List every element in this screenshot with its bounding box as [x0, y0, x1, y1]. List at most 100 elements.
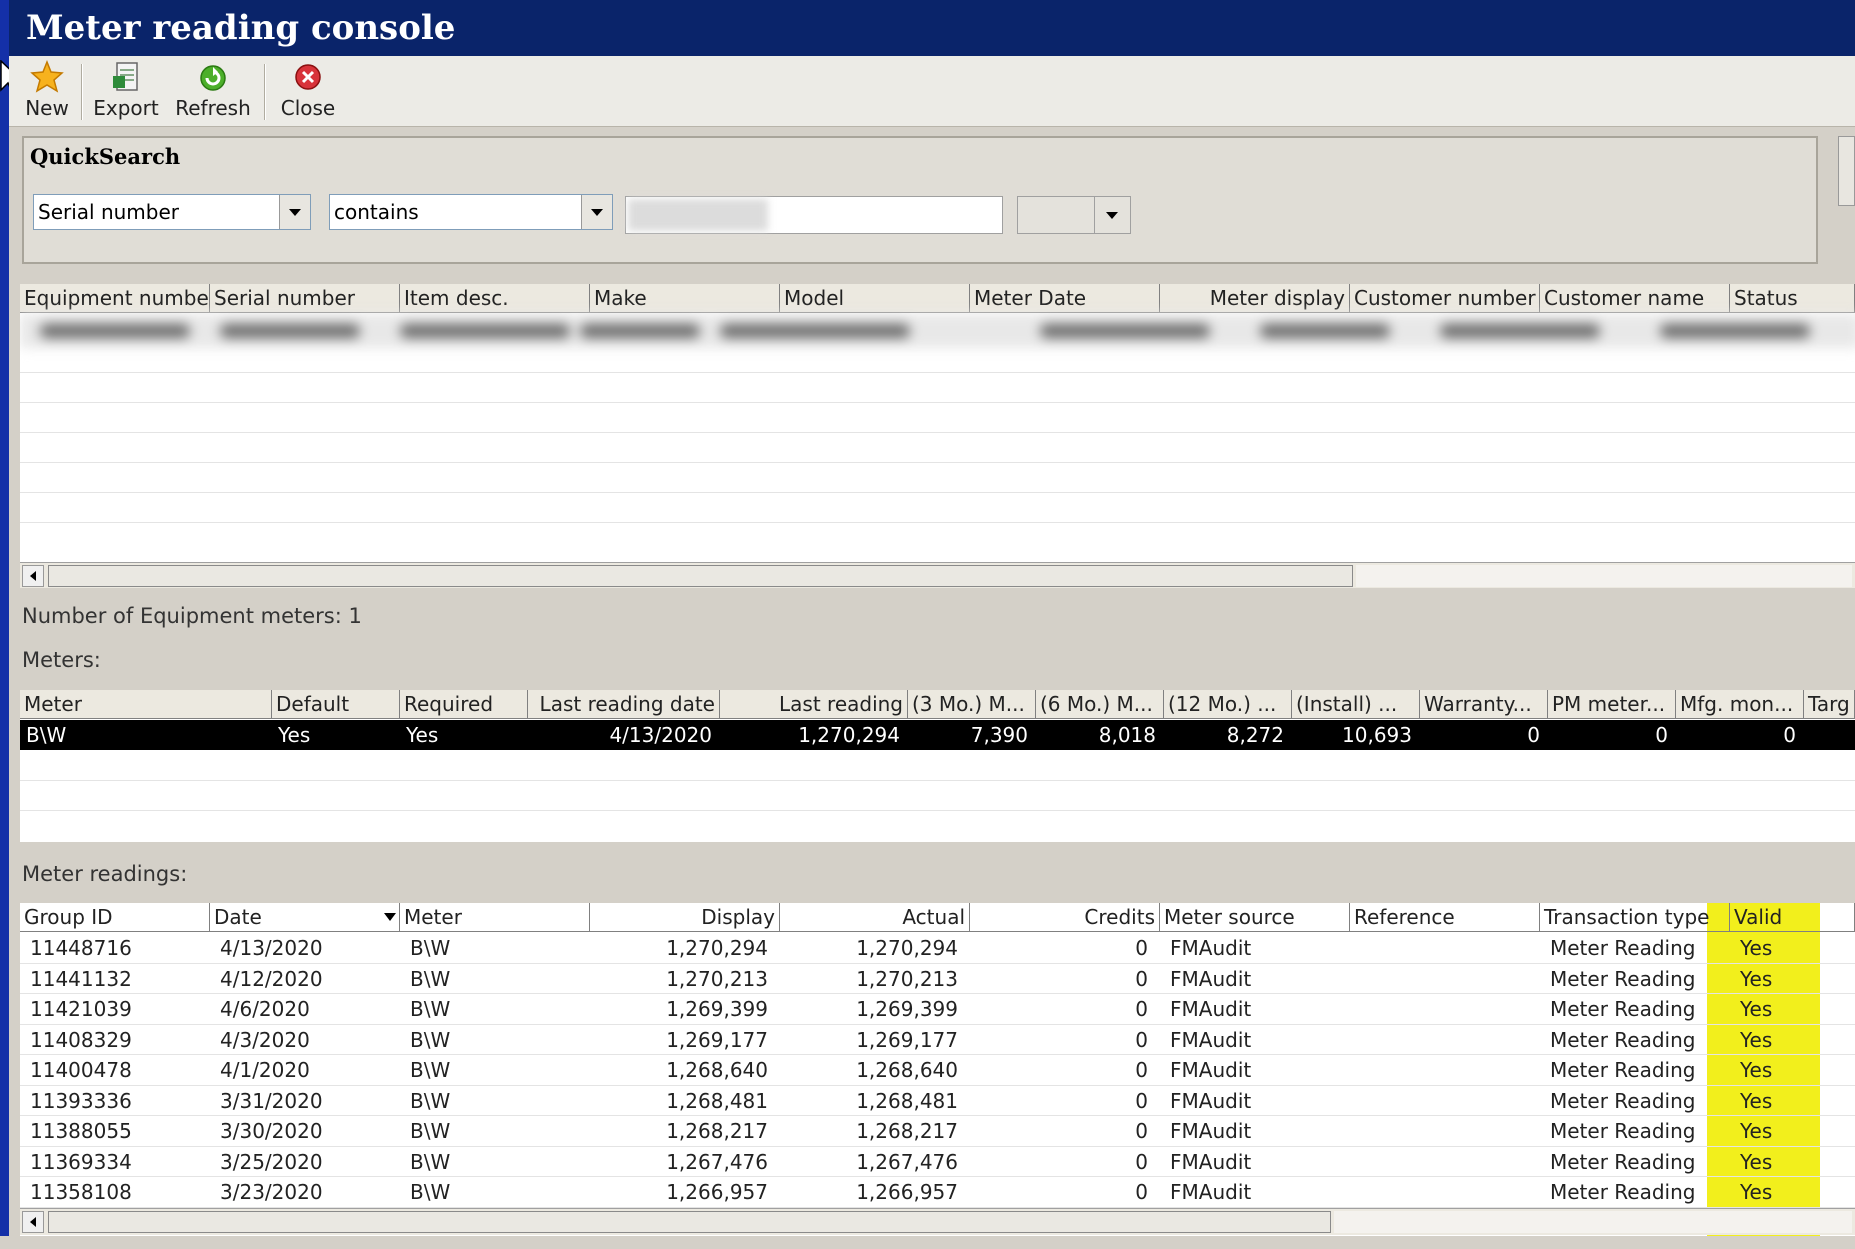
column-header[interactable]: Last reading [720, 690, 908, 718]
column-header[interactable]: Meter Date [970, 284, 1160, 312]
table-cell: 1,269,399 [856, 997, 958, 1021]
table-cell: 1,266,957 [856, 1180, 958, 1204]
table-cell: 1,268,640 [856, 1058, 958, 1082]
meters-cell: Yes [278, 723, 311, 747]
column-header[interactable]: Reference [1350, 903, 1540, 931]
column-header[interactable]: Make [590, 284, 780, 312]
column-header[interactable]: Meter [20, 690, 272, 718]
meters-cell: 0 [1527, 723, 1540, 747]
search-field-select[interactable]: Serial number [33, 194, 311, 230]
meters-cell: 1,270,294 [798, 723, 900, 747]
column-header[interactable]: Default [272, 690, 400, 718]
column-header[interactable]: Valid [1730, 903, 1855, 931]
panel-side-button[interactable] [1838, 136, 1855, 206]
table-row[interactable]: 11441132 4/12/2020 B\W 1,270,213 1,270,213 0 F… [20, 964, 1855, 994]
scroll-thumb[interactable] [48, 565, 1353, 587]
column-header[interactable]: Serial number [210, 284, 400, 312]
table-row[interactable]: 11393336 3/31/2020 B\W 1,268,481 1,268,481 0 F… [20, 1086, 1855, 1116]
column-header[interactable]: Credits [970, 903, 1160, 931]
table-cell: Meter Reading [1550, 1058, 1696, 1082]
scroll-left-icon[interactable] [22, 565, 44, 587]
toolbar: New Export Refresh Close [9, 56, 1855, 127]
meters-selected-row[interactable]: B\W Yes Yes 4/13/2020 1,270,294 7,390 8,018 8,2… [20, 720, 1855, 750]
column-header[interactable]: Last reading date [528, 690, 720, 718]
equipment-count: Number of Equipment meters: 1 [22, 604, 362, 628]
table-cell: 1,267,476 [666, 1149, 768, 1174]
table-cell: B\W [410, 966, 451, 991]
column-header[interactable]: Display [590, 903, 780, 931]
table-cell: B\W [410, 1027, 451, 1052]
toolbar-separator [81, 64, 83, 120]
new-button[interactable]: New [17, 60, 77, 122]
column-header[interactable]: Warranty... [1420, 690, 1548, 718]
column-header[interactable]: Mfg. mon... [1676, 690, 1804, 718]
search-split-button[interactable] [1017, 196, 1131, 234]
table-cell: 0 [1135, 1027, 1148, 1052]
sort-descending-icon[interactable] [384, 913, 396, 921]
table-row[interactable]: 11369334 3/25/2020 B\W 1,267,476 1,267,476 0 F… [20, 1147, 1855, 1177]
table-cell: B\W [410, 1149, 451, 1174]
chevron-down-icon[interactable] [581, 195, 612, 229]
equipment-grid-header: Equipment number Serial number Item desc. M… [20, 284, 1855, 313]
column-header[interactable]: Equipment number [20, 284, 210, 312]
table-cell: 1,268,217 [666, 1119, 768, 1143]
table-cell: Yes [1740, 936, 1773, 960]
redacted-row[interactable] [20, 314, 1855, 348]
close-button[interactable]: Close [273, 60, 343, 122]
column-header[interactable]: Meter source [1160, 903, 1350, 931]
column-header[interactable]: Customer name [1540, 284, 1730, 312]
table-cell: 4/1/2020 [220, 1058, 310, 1082]
meters-cell: 7,390 [970, 723, 1028, 747]
table-cell: Yes [1740, 997, 1773, 1021]
search-operator-select[interactable]: contains [329, 194, 613, 230]
column-header[interactable]: Actual [780, 903, 970, 931]
column-header[interactable]: Required [400, 690, 528, 718]
column-header[interactable]: Model [780, 284, 970, 312]
meters-cell: 8,018 [1098, 723, 1156, 747]
column-header[interactable]: (12 Mo.) ... [1164, 690, 1292, 718]
meters-cell: 4/13/2020 [609, 723, 712, 747]
equipment-grid-hscroll[interactable] [20, 562, 1855, 588]
export-button[interactable]: Export [91, 60, 161, 122]
column-header[interactable]: Group ID [20, 903, 210, 931]
table-cell: B\W [410, 1119, 451, 1143]
table-cell: 11421039 [30, 997, 132, 1021]
left-edge [0, 0, 9, 1249]
table-cell: 11448716 [30, 936, 132, 960]
meters-grid-header: Meter Default Required Last reading date Las… [20, 690, 1855, 719]
table-row[interactable]: 11400478 4/1/2020 B\W 1,268,640 1,268,640 0 FM… [20, 1055, 1855, 1085]
column-header[interactable]: Status [1730, 284, 1855, 312]
table-row[interactable]: 11408329 4/3/2020 B\W 1,269,177 1,269,177 0 FM… [20, 1025, 1855, 1055]
search-value-input[interactable] [625, 196, 1003, 234]
scroll-thumb[interactable] [48, 1211, 1331, 1233]
column-header[interactable]: PM meter... [1548, 690, 1676, 718]
column-header[interactable]: Date [210, 903, 400, 931]
chevron-down-icon[interactable] [279, 195, 310, 229]
table-cell: 1,268,481 [666, 1088, 768, 1113]
table-cell: B\W [410, 997, 451, 1021]
column-header[interactable]: Item desc. [400, 284, 590, 312]
scroll-left-icon[interactable] [22, 1211, 44, 1233]
table-cell: Yes [1740, 1027, 1773, 1052]
readings-grid-hscroll[interactable] [20, 1208, 1855, 1235]
table-cell: 1,269,399 [666, 997, 768, 1021]
table-row[interactable]: 11421039 4/6/2020 B\W 1,269,399 1,269,399 0 FM… [20, 994, 1855, 1024]
column-header[interactable]: (6 Mo.) M... [1036, 690, 1164, 718]
column-header[interactable]: Customer number [1350, 284, 1540, 312]
column-header[interactable]: (3 Mo.) M... [908, 690, 1036, 718]
table-cell: 11400478 [30, 1058, 132, 1082]
table-cell: 3/23/2020 [220, 1180, 323, 1204]
table-cell: FMAudit [1170, 936, 1252, 960]
column-header[interactable]: Meter [400, 903, 590, 931]
column-header[interactable]: (Install) ... [1292, 690, 1420, 718]
column-header[interactable]: Targ [1804, 690, 1855, 718]
table-row[interactable]: 11358108 3/23/2020 B\W 1,266,957 1,266,957 0 F… [20, 1177, 1855, 1207]
column-header[interactable]: Transaction type [1540, 903, 1730, 931]
table-cell: 0 [1135, 997, 1148, 1021]
table-row[interactable]: 11388055 3/30/2020 B\W 1,268,217 1,268,217 0 F… [20, 1116, 1855, 1146]
refresh-button[interactable]: Refresh [171, 60, 255, 122]
column-header[interactable]: Meter display [1160, 284, 1350, 312]
table-row[interactable]: 11448716 4/13/2020 B\W 1,270,294 1,270,294 0 F… [20, 933, 1855, 963]
meters-label: Meters: [22, 648, 101, 672]
table-cell: Yes [1740, 1058, 1773, 1082]
